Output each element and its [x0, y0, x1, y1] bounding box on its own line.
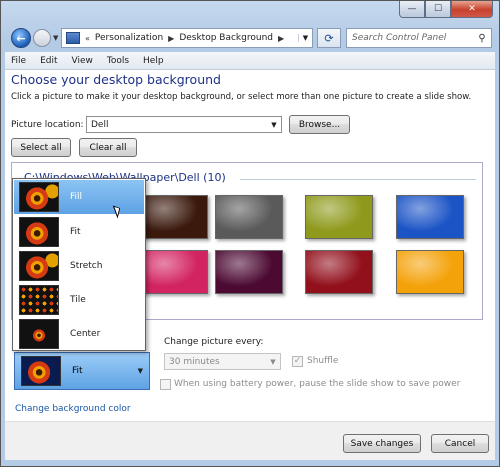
picture-location-label: Picture location:	[11, 120, 84, 130]
save-changes-button[interactable]: Save changes	[343, 434, 421, 453]
breadcrumb-personalization[interactable]: Personalization	[95, 33, 163, 43]
search-input[interactable]: Search Control Panel ⚲	[346, 28, 492, 48]
navigation-bar: ← ▼ « Personalization ▶ Desktop Backgrou…	[5, 25, 497, 51]
menu-file[interactable]: File	[11, 56, 26, 66]
clear-all-button[interactable]: Clear all	[79, 138, 137, 157]
menu-edit[interactable]: Edit	[40, 56, 57, 66]
interval-value: 30 minutes	[169, 356, 220, 367]
chevron-right-icon[interactable]: ▶	[278, 34, 284, 43]
picture-location-value: Dell	[91, 119, 109, 130]
wallpaper-thumbnail[interactable]	[140, 195, 208, 239]
search-icon[interactable]: ⚲	[473, 33, 491, 44]
chevron-right-icon[interactable]: ▶	[168, 34, 174, 43]
group-divider	[240, 179, 476, 180]
chevron-down-icon: ▼	[271, 120, 277, 129]
chevron-down-icon: ▼	[137, 367, 143, 375]
change-picture-label: Change picture every:	[164, 337, 264, 347]
position-option-fill[interactable]: Fill	[14, 180, 144, 214]
address-bar[interactable]: « Personalization ▶ Desktop Background ▶…	[61, 28, 313, 48]
position-option-tile[interactable]: Tile	[14, 283, 144, 317]
shuffle-checkbox[interactable]: ✓	[292, 356, 303, 367]
position-option-stretch[interactable]: Stretch	[14, 249, 144, 283]
control-panel-window: — ☐ ✕ ← ▼ « Personalization ▶ Desktop Ba…	[0, 0, 500, 467]
position-preview-icon	[21, 356, 61, 386]
menu-view[interactable]: View	[72, 56, 93, 66]
position-option-label: Center	[70, 329, 101, 339]
menu-bar: File Edit View Tools Help	[5, 52, 495, 70]
minimize-icon[interactable]: —	[399, 1, 425, 18]
close-icon[interactable]: ✕	[451, 1, 493, 18]
battery-pause-checkbox[interactable]	[160, 379, 171, 390]
picture-location-select[interactable]: Dell ▼	[86, 116, 282, 133]
refresh-icon[interactable]: ⟳	[317, 28, 341, 48]
wallpaper-thumbnail[interactable]	[396, 250, 464, 294]
browse-button[interactable]: Browse...	[289, 115, 350, 134]
center-preview-icon	[19, 319, 59, 349]
wallpaper-thumbnail[interactable]	[305, 250, 373, 294]
position-option-fit[interactable]: Fit	[14, 215, 144, 249]
chevron-down-icon: ▼	[270, 357, 276, 366]
shuffle-label: Shuffle	[307, 356, 339, 366]
recent-pages-chevron-icon[interactable]: ▼	[53, 34, 58, 42]
breadcrumb-desktop-background[interactable]: Desktop Background	[179, 33, 273, 43]
menu-tools[interactable]: Tools	[107, 56, 129, 66]
wallpaper-thumbnail[interactable]	[215, 195, 283, 239]
page-title: Choose your desktop background	[11, 72, 221, 87]
position-option-label: Stretch	[70, 261, 103, 271]
picture-position-value: Fit	[72, 366, 83, 376]
change-background-color-link[interactable]: Change background color	[15, 404, 131, 414]
fill-preview-icon	[19, 182, 59, 212]
wallpaper-thumbnail[interactable]	[215, 250, 283, 294]
position-option-label: Fit	[70, 227, 81, 237]
select-all-button[interactable]: Select all	[11, 138, 71, 157]
address-dropdown-icon[interactable]: ▼	[298, 34, 312, 42]
page-description: Click a picture to make it your desktop …	[11, 92, 472, 102]
battery-pause-label: When using battery power, pause the slid…	[174, 379, 461, 389]
cancel-button[interactable]: Cancel	[431, 434, 489, 453]
control-panel-icon	[66, 32, 80, 44]
back-arrow-icon[interactable]: ←	[11, 28, 31, 48]
caption-buttons: — ☐ ✕	[399, 1, 493, 18]
picture-position-menu: Fill Fit Stretch Tile Center	[12, 178, 146, 351]
stretch-preview-icon	[19, 251, 59, 281]
interval-select[interactable]: 30 minutes ▼	[164, 353, 281, 370]
chevron-left-double-icon: «	[85, 33, 90, 43]
wallpaper-thumbnail[interactable]	[305, 195, 373, 239]
forward-arrow-icon[interactable]	[33, 29, 51, 47]
position-option-center[interactable]: Center	[14, 317, 144, 351]
search-placeholder: Search Control Panel	[352, 33, 447, 43]
wallpaper-thumbnail[interactable]	[140, 250, 208, 294]
fit-preview-icon	[19, 217, 59, 247]
maximize-icon[interactable]: ☐	[425, 1, 451, 18]
tile-preview-icon	[19, 285, 59, 315]
dialog-button-bar: Save changes Cancel	[5, 421, 495, 460]
position-option-label: Fill	[70, 192, 83, 202]
position-option-label: Tile	[70, 295, 86, 305]
picture-position-dropdown[interactable]: Fit ▼	[14, 352, 150, 390]
menu-help[interactable]: Help	[143, 56, 164, 66]
wallpaper-thumbnail[interactable]	[396, 195, 464, 239]
